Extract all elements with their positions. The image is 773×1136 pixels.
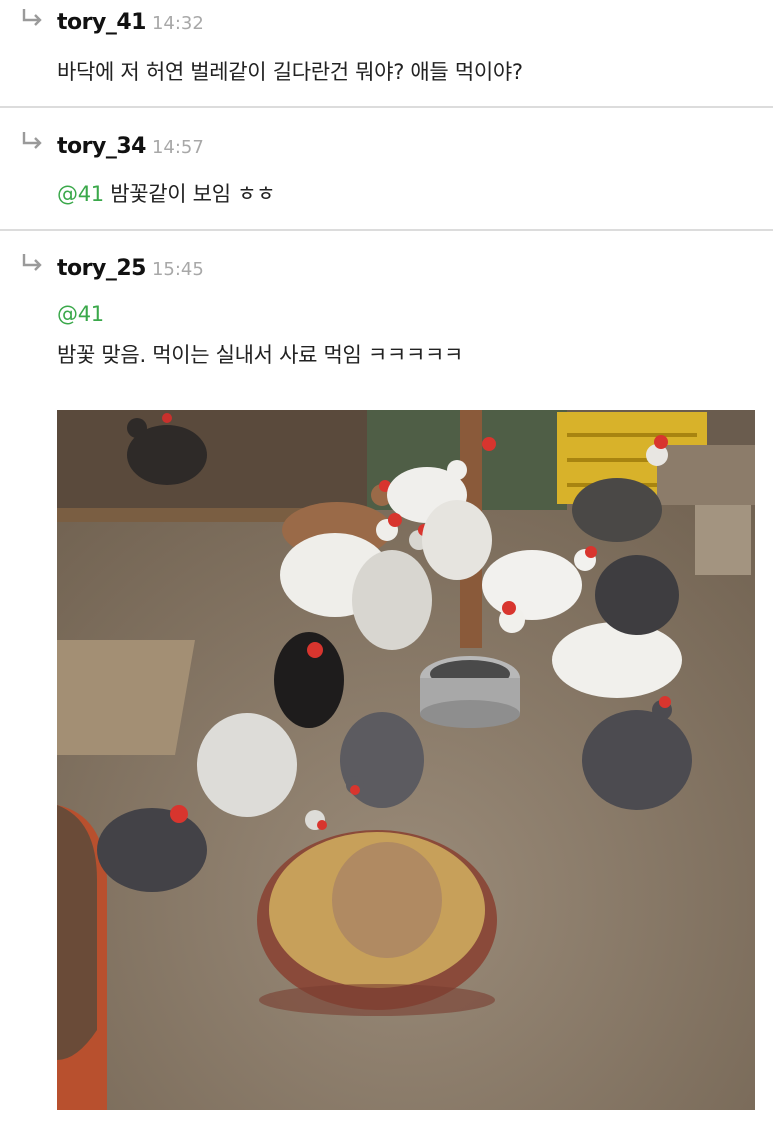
reply-arrow-icon (22, 132, 42, 149)
username[interactable]: tory_34 (57, 134, 146, 159)
timestamp: 15:45 (151, 259, 204, 280)
username[interactable]: tory_41 (57, 10, 146, 35)
comment-text: 밤꽃 맞음. 먹이는 실내서 사료 먹임 ㅋㅋㅋㅋㅋ (57, 343, 464, 367)
timestamp: 14:32 (151, 13, 204, 34)
comment-header: tory_25 15:45 (57, 256, 204, 281)
comment-text: @41 밤꽃같이 보임 ㅎㅎ (57, 178, 275, 208)
mention-link[interactable]: @41 (57, 302, 104, 326)
comment-divider (0, 106, 773, 108)
comment-header: tory_34 14:57 (57, 134, 204, 159)
reply-arrow-icon (22, 9, 42, 26)
attached-photo[interactable] (57, 410, 755, 1110)
comment-divider (0, 229, 773, 231)
mention-link[interactable]: @41 (57, 182, 104, 206)
timestamp: 14:57 (151, 137, 204, 158)
mention-text[interactable]: @41 (57, 302, 104, 326)
chicken-coop-image (57, 410, 755, 1110)
comment-header: tory_41 14:32 (57, 10, 204, 35)
comment-body: 밤꽃같이 보임 ㅎㅎ (110, 182, 276, 206)
comment-text: 바닥에 저 허연 벌레같이 길다란건 뭐야? 애들 먹이야? (57, 60, 523, 84)
reply-arrow-icon (22, 254, 42, 271)
username[interactable]: tory_25 (57, 256, 146, 281)
